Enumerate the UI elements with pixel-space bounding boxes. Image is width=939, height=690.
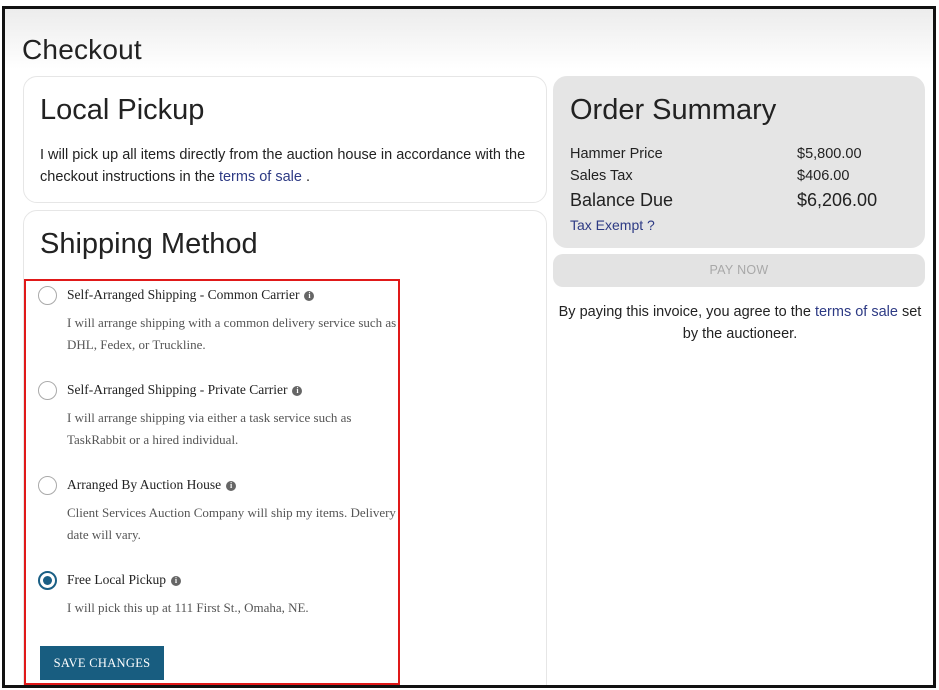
summary-row-hammer-price: Hammer Price $5,800.00 (570, 146, 900, 162)
order-summary-card: Order Summary Hammer Price $5,800.00 Sal… (553, 76, 925, 248)
option-label-text: Free Local Pickup (67, 572, 166, 587)
option-description: I will pick this up at 111 First St., Om… (67, 600, 309, 615)
terms-of-sale-link[interactable]: terms of sale (219, 169, 302, 185)
shipping-method-title: Shipping Method (40, 228, 258, 260)
info-icon[interactable]: i (304, 291, 315, 301)
option-description: I will arrange shipping with a common de… (67, 315, 397, 352)
option-label: Self-Arranged Shipping - Private Carrier… (67, 382, 303, 398)
pay-now-button[interactable]: PAY NOW (553, 254, 925, 287)
local-pickup-text-after: . (301, 169, 310, 185)
radio-common-carrier[interactable] (38, 286, 57, 305)
summary-row-sales-tax: Sales Tax $406.00 (570, 168, 900, 184)
agree-terms-of-sale-link[interactable]: terms of sale (815, 304, 898, 320)
info-icon[interactable]: i (170, 576, 181, 586)
info-icon[interactable]: i (292, 386, 303, 396)
summary-label: Sales Tax (570, 168, 633, 184)
option-label: Free Local Pickup i (67, 572, 181, 588)
local-pickup-title: Local Pickup (40, 94, 205, 126)
option-label-text: Arranged By Auction House (67, 477, 222, 492)
option-label: Arranged By Auction House i (67, 477, 237, 493)
save-changes-button[interactable]: SAVE CHANGES (40, 646, 164, 680)
summary-row-balance-due: Balance Due $6,206.00 (570, 190, 900, 211)
radio-auction-house[interactable] (38, 476, 57, 495)
payment-agreement-text: By paying this invoice, you agree to the… (555, 301, 925, 345)
option-description: Client Services Auction Company will shi… (67, 505, 396, 542)
local-pickup-text: I will pick up all items directly from t… (40, 144, 540, 188)
radio-free-local-pickup[interactable] (38, 571, 57, 590)
summary-label: Hammer Price (570, 146, 663, 162)
order-summary-title: Order Summary (570, 94, 777, 126)
agree-text-before: By paying this invoice, you agree to the (558, 304, 815, 320)
radio-private-carrier[interactable] (38, 381, 57, 400)
page-title: Checkout (22, 34, 142, 65)
checkout-frame: Checkout Local Pickup I will pick up all… (2, 6, 936, 688)
option-label-text: Self-Arranged Shipping - Common Carrier (67, 287, 300, 302)
option-label: Self-Arranged Shipping - Common Carrier i (67, 287, 315, 303)
info-icon[interactable]: i (226, 481, 237, 491)
summary-label: Balance Due (570, 190, 674, 210)
local-pickup-card: Local Pickup I will pick up all items di… (23, 76, 547, 203)
summary-amount: $6,206.00 (797, 190, 878, 210)
summary-amount: $406.00 (797, 168, 850, 184)
option-description: I will arrange shipping via either a tas… (67, 410, 352, 447)
option-label-text: Self-Arranged Shipping - Private Carrier (67, 382, 288, 397)
tax-exempt-link[interactable]: Tax Exempt ? (570, 217, 655, 233)
summary-amount: $5,800.00 (797, 146, 862, 162)
